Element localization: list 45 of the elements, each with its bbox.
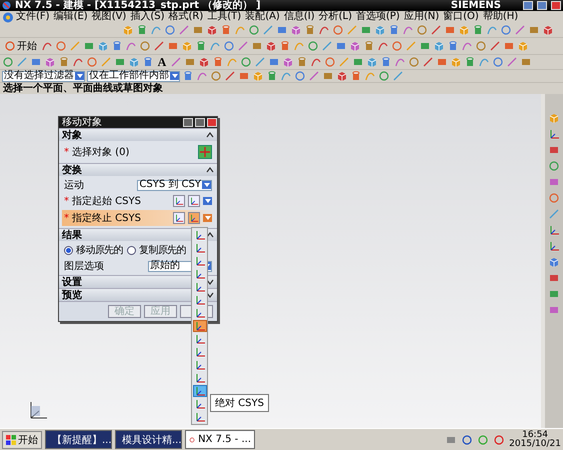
menu-item[interactable]: 插入(S) [128,11,166,23]
section-title: 变换 [62,163,82,177]
field-label: 指定终止 CSYS [72,212,142,225]
radio-label: 移动原先的 [76,244,124,257]
section-header[interactable]: 对象 [59,128,217,141]
menu-item[interactable]: 分析(L) [316,11,354,23]
tooltip: 绝对 CSYS [210,394,269,412]
taskbar-task[interactable]: 【新提醒】... [45,430,112,449]
dialog-title: 移动对象 [62,117,103,128]
menu-item[interactable]: 工具(T) [205,11,244,23]
field-label: 运动 [64,178,85,192]
section-title: 设置 [62,276,82,289]
menu-item[interactable]: 装配(A) [243,11,282,23]
field-label: 指定起始 CSYS [72,194,142,208]
section-header[interactable]: 变换 [59,163,217,176]
clock-date: 2015/10/21 [509,440,561,448]
brand-name: SIEMENS [450,0,501,11]
menu-item[interactable]: 文件(F) [14,11,52,23]
section-title: 对象 [62,128,82,142]
csys-row[interactable]: * 指定起始 CSYS [62,194,214,208]
required-mark: * [64,146,69,158]
taskbar-task[interactable]: NX 7.5 - ... [185,430,255,449]
start-button[interactable]: 开始 [2,430,42,448]
menu-item[interactable]: 首选项(P) [354,11,402,23]
menu-item[interactable]: 格式(R) [166,11,206,23]
radio-label: 复制原先的 [139,244,186,257]
field-label: 图层选项 [64,260,105,273]
motion-dropdown[interactable]: CSYS 到 CSY [137,180,212,190]
menu-item[interactable]: 视图(V) [90,11,128,23]
taskbar-task[interactable]: 模具设计精... [115,430,182,449]
start-menu-button[interactable]: 开始 [2,39,39,53]
required-mark: * [64,196,69,206]
clock-time: 16:54 [522,430,548,440]
menu-item[interactable]: 应用(N) [402,11,442,23]
menu-item[interactable]: 窗口(O) [441,11,481,23]
menu-item[interactable]: 信息(I) [282,11,317,23]
section-title: 结果 [62,228,82,242]
filter-dropdown[interactable]: 没有选择过滤器 [2,70,85,82]
section-title: 预览 [62,288,82,302]
csys-row[interactable]: * 指定终止 CSYS [62,210,214,226]
required-mark: * [64,212,69,224]
menu-item[interactable]: 帮助(H) [480,11,520,23]
text-tool-button[interactable]: A [156,56,168,68]
field-label: 选择对象 (0) [72,146,130,159]
menu-item[interactable]: 编辑(E) [52,11,90,23]
